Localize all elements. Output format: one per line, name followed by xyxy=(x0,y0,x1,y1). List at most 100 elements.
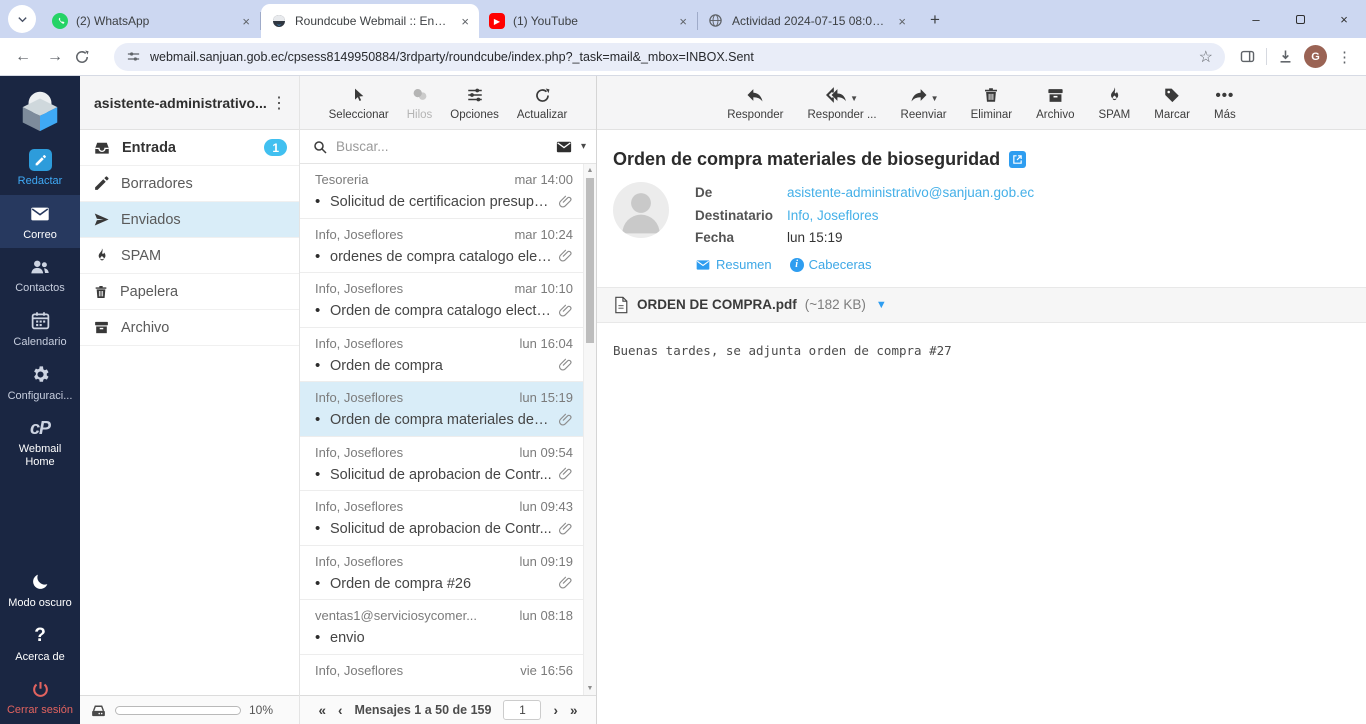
message-row[interactable]: Info, Joseflores mar 10:24 • ordenes de co… xyxy=(300,219,583,273)
profile-avatar[interactable]: G xyxy=(1304,45,1327,68)
folder-borradores[interactable]: Borradores xyxy=(80,166,299,202)
message-row[interactable]: Info, Joseflores vie 16:56 xyxy=(300,655,583,696)
page-number-input[interactable] xyxy=(503,700,542,720)
folder-spam[interactable]: SPAM xyxy=(80,238,299,274)
dropdown-caret-icon[interactable]: ▼ xyxy=(850,95,858,105)
threads-button[interactable]: Hilos xyxy=(406,85,433,121)
archive-button[interactable]: Archivo xyxy=(1036,85,1074,121)
options-button[interactable]: Opciones xyxy=(450,85,499,121)
forward-button[interactable]: → xyxy=(42,48,68,66)
attachment-menu-caret-icon[interactable]: ▼ xyxy=(876,299,887,311)
tab-whatsapp[interactable]: (2) WhatsApp × xyxy=(42,4,260,38)
last-page-button[interactable]: » xyxy=(570,703,578,718)
attachment-name[interactable]: ORDEN DE COMPRA.pdf xyxy=(637,297,797,312)
sidebar-item-modo-oscuro[interactable]: Modo oscuro xyxy=(0,563,80,617)
tab-roundcube[interactable]: Roundcube Webmail :: Enviado: × xyxy=(261,4,479,38)
first-page-button[interactable]: « xyxy=(319,703,327,718)
button-label: Marcar xyxy=(1154,109,1191,121)
tab-close-icon[interactable]: × xyxy=(677,13,689,30)
delete-button[interactable]: Eliminar xyxy=(971,85,1012,121)
sidebar-item-configuracion[interactable]: Configuraci... xyxy=(0,356,80,410)
message-row[interactable]: Tesoreria mar 14:00 • Solicitud de certifi… xyxy=(300,164,583,219)
headers-button[interactable]: i Cabeceras xyxy=(789,257,872,272)
folder-enviados[interactable]: Enviados xyxy=(80,202,299,238)
message-subject: Solicitud de certificacion presupu... xyxy=(330,194,552,210)
url-text[interactable]: webmail.sanjuan.gob.ec/cpsess8149950884/… xyxy=(150,50,1190,64)
close-window-button[interactable]: × xyxy=(1322,12,1366,27)
sidebar-item-acerca-de[interactable]: ? Acerca de xyxy=(0,617,80,671)
folder-label: Entrada xyxy=(122,139,176,156)
refresh-button[interactable]: Actualizar xyxy=(517,85,567,121)
search-input[interactable] xyxy=(336,139,547,154)
message-subject: Solicitud de aprobacion de Contr... xyxy=(330,521,552,537)
scrollbar-thumb[interactable] xyxy=(586,178,594,343)
cursor-icon xyxy=(351,85,367,105)
compose-pencil-icon xyxy=(28,149,52,171)
tab-close-icon[interactable]: × xyxy=(240,13,252,30)
reload-button[interactable] xyxy=(74,49,100,65)
reply-all-button[interactable]: ▼ Responder ... xyxy=(808,85,877,121)
reply-button[interactable]: Responder xyxy=(727,85,784,121)
minimize-button[interactable]: – xyxy=(1234,12,1278,27)
unread-dot: • xyxy=(315,411,321,428)
bookmark-star-icon[interactable]: ☆ xyxy=(1199,47,1213,67)
prev-page-button[interactable]: ‹ xyxy=(338,703,343,718)
from-address-link[interactable]: asistente-administrativo@sanjuan.gob.ec xyxy=(787,182,1034,205)
tab-close-icon[interactable]: × xyxy=(896,13,908,30)
message-row[interactable]: Info, Joseflores lun 09:54 • Solicitud de … xyxy=(300,437,583,491)
browser-menu-icon[interactable]: ⋮ xyxy=(1337,48,1352,66)
scroll-up-icon[interactable]: ▲ xyxy=(584,167,596,174)
tab-actividad[interactable]: Actividad 2024-07-15 08:00:00 × xyxy=(698,4,916,38)
site-settings-icon[interactable] xyxy=(126,49,141,64)
chevron-down-icon xyxy=(17,16,27,22)
sidebar-item-correo[interactable]: Correo xyxy=(0,194,80,249)
more-button[interactable]: ••• Más xyxy=(1214,85,1236,122)
attachment-bar[interactable]: ORDEN DE COMPRA.pdf (~182 KB) ▼ xyxy=(597,286,1366,323)
sidebar-item-contactos[interactable]: Contactos xyxy=(0,248,80,302)
folder-archivo[interactable]: Archivo xyxy=(80,310,299,346)
globe-icon xyxy=(708,13,724,29)
forward-button[interactable]: ▼ Reenviar xyxy=(901,85,947,121)
message-subject: Orden de compra materiales de bi... xyxy=(330,412,552,428)
tab-youtube[interactable]: ▶ (1) YouTube × xyxy=(479,4,697,38)
mark-button[interactable]: Marcar xyxy=(1154,85,1190,121)
unread-dot: • xyxy=(315,574,321,592)
mail-subject-title: Orden de compra materiales de biosegurid… xyxy=(613,149,1001,169)
side-panel-icon[interactable] xyxy=(1239,48,1256,65)
folder-papelera[interactable]: Papelera xyxy=(80,274,299,310)
address-bar[interactable]: webmail.sanjuan.gob.ec/cpsess8149950884/… xyxy=(114,42,1225,71)
download-icon[interactable] xyxy=(1277,48,1294,65)
maximize-button[interactable] xyxy=(1278,12,1322,27)
summary-button[interactable]: Resumen xyxy=(695,257,772,273)
button-label: Hilos xyxy=(406,109,433,121)
message-row[interactable]: Info, Joseflores lun 16:04 • Orden de comp… xyxy=(300,328,583,382)
sidebar-item-redactar[interactable]: Redactar xyxy=(0,141,80,195)
back-button[interactable]: ← xyxy=(10,48,36,66)
search-options-chevron-icon[interactable]: ▾ xyxy=(581,141,586,152)
mail-header-block: De asistente-administrativo@sanjuan.gob.… xyxy=(597,178,1366,287)
message-row[interactable]: Info, Joseflores mar 10:10 • Orden de comp… xyxy=(300,273,583,328)
spam-button[interactable]: SPAM xyxy=(1098,85,1130,121)
message-row[interactable]: Info, Joseflores lun 09:19 • Orden de comp… xyxy=(300,546,583,600)
search-scope-icon[interactable] xyxy=(555,138,573,156)
sidebar-item-webmail-home[interactable]: cP Webmail Home xyxy=(0,409,80,475)
message-row[interactable]: ventas1@serviciosycomer... lun 08:18 • env… xyxy=(300,600,583,655)
tab-close-icon[interactable]: × xyxy=(459,13,471,30)
tab-search-button[interactable] xyxy=(8,5,36,33)
account-menu-icon[interactable]: ⋮ xyxy=(267,93,291,113)
new-tab-button[interactable]: + xyxy=(922,7,948,33)
sidebar-item-calendario[interactable]: Calendario xyxy=(0,302,80,356)
browser-tab-strip: (2) WhatsApp × Roundcube Webmail :: Envi… xyxy=(0,0,1366,38)
open-in-new-window-icon[interactable] xyxy=(1009,151,1027,168)
next-page-button[interactable]: › xyxy=(553,703,558,718)
folder-entrada[interactable]: Entrada 1 xyxy=(80,130,299,166)
date-label: Fecha xyxy=(695,230,735,245)
scroll-down-icon[interactable]: ▼ xyxy=(584,685,596,692)
select-button[interactable]: Seleccionar xyxy=(329,85,389,121)
list-scrollbar[interactable]: ▲ ▼ xyxy=(583,164,596,695)
sidebar-item-cerrar-sesion[interactable]: Cerrar sesión xyxy=(0,670,80,724)
dropdown-caret-icon[interactable]: ▼ xyxy=(931,95,939,105)
message-row[interactable]: Info, Joseflores lun 09:43 • Solicitud de … xyxy=(300,491,583,546)
message-row-selected[interactable]: Info, Joseflores lun 15:19 • Orden de comp… xyxy=(300,382,583,437)
to-recipients-link[interactable]: Info, Joseflores xyxy=(787,205,879,228)
